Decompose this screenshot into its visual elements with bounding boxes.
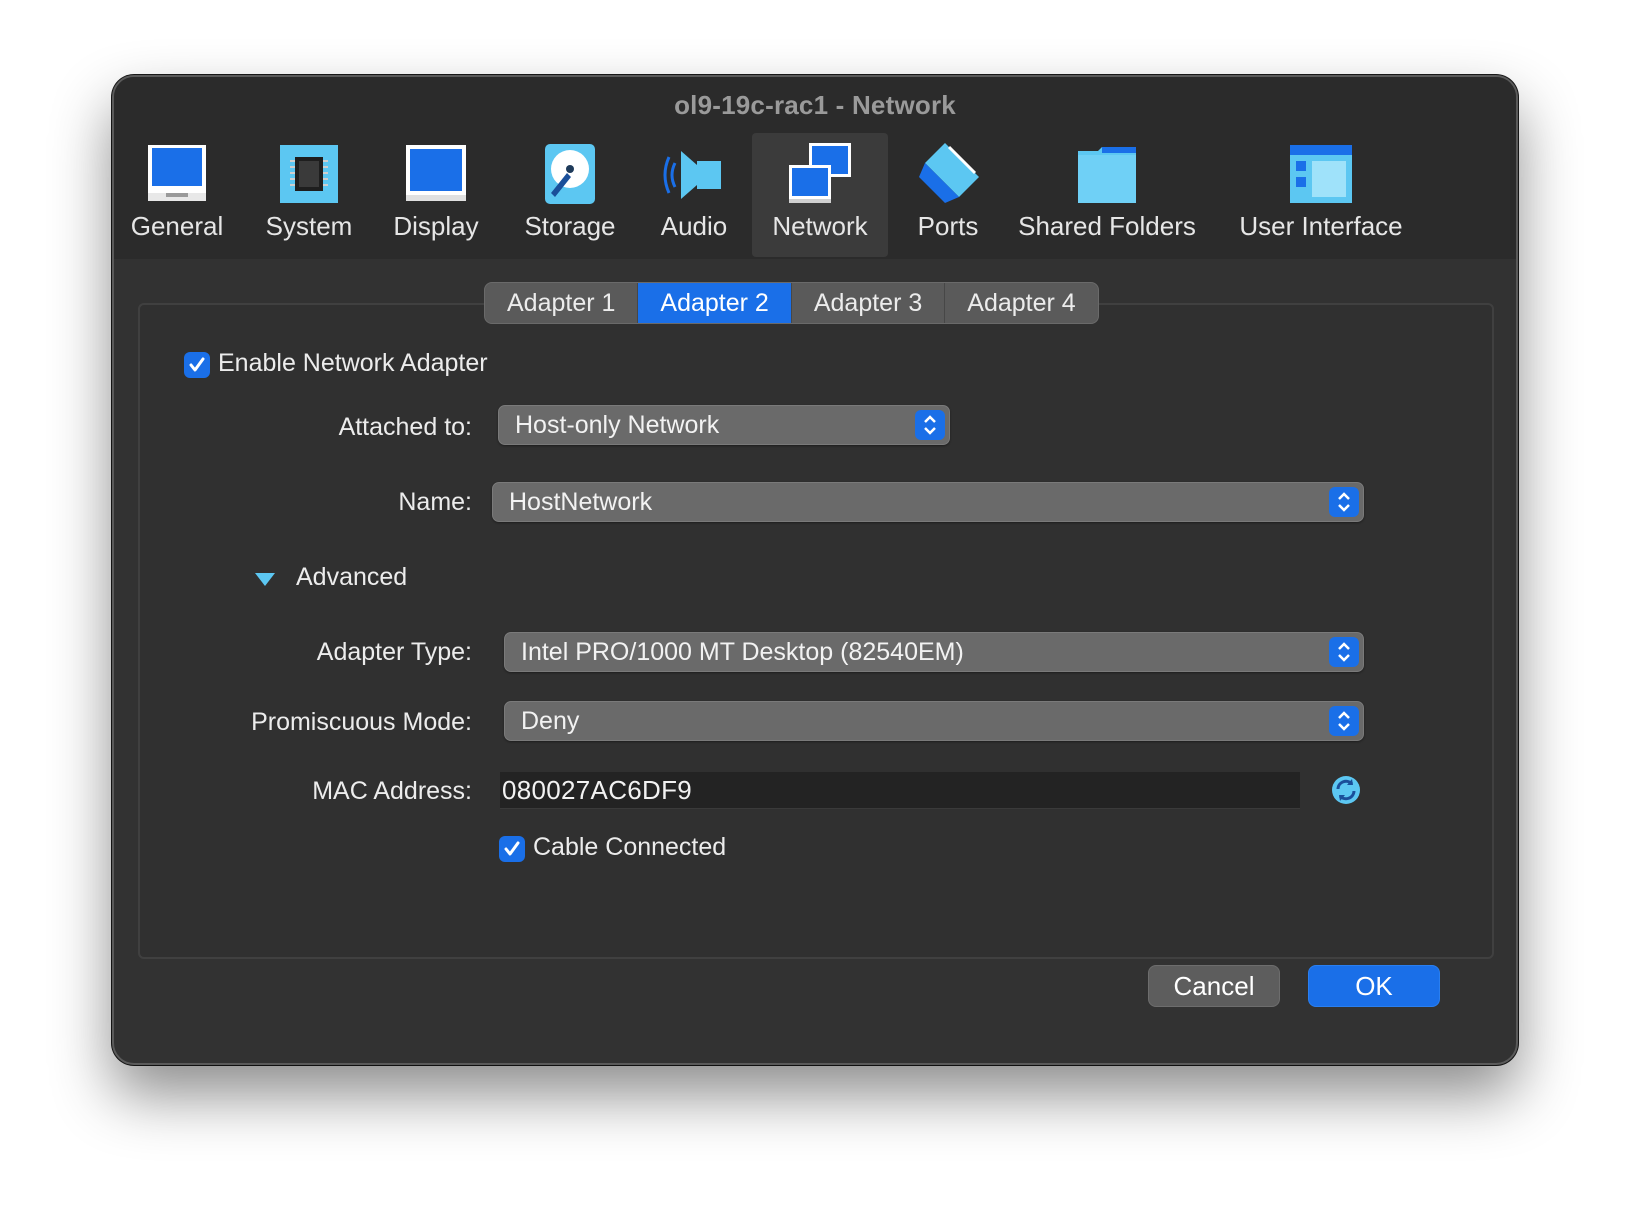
up-down-chevron-icon	[1338, 711, 1350, 731]
toolbar-item-ports[interactable]: Ports	[904, 133, 992, 257]
attached-to-stepper	[915, 410, 945, 440]
audio-icon	[663, 151, 721, 199]
adapter-type-label: Adapter Type:	[316, 638, 472, 666]
adapter-type-stepper	[1329, 637, 1359, 667]
checkmark-icon	[504, 841, 520, 856]
toolbar-label-audio: Audio	[660, 211, 728, 241]
toolbar-item-general[interactable]: General	[120, 133, 234, 257]
toolbar-item-audio[interactable]: Audio	[648, 133, 740, 257]
up-down-chevron-icon	[924, 415, 936, 435]
cable-connected-label: Cable Connected	[533, 833, 727, 861]
attached-to-select[interactable]: Host-only Network	[498, 405, 950, 445]
window-title: ol9-19c-rac1 - Network	[674, 89, 956, 120]
toolbar-item-user-interface[interactable]: User Interface	[1232, 133, 1410, 257]
mac-address-value: 080027AC6DF9	[502, 775, 693, 805]
checkmark-icon	[189, 357, 205, 372]
disclosure-triangle-icon[interactable]	[254, 571, 276, 587]
network-icon	[789, 143, 851, 203]
advanced-label[interactable]: Advanced	[296, 563, 407, 592]
cable-connected-checkbox[interactable]	[499, 836, 525, 862]
toolbar-item-shared-folders[interactable]: Shared Folders	[1014, 133, 1200, 257]
cancel-button[interactable]: Cancel	[1148, 965, 1280, 1007]
toolbar-item-storage[interactable]: Storage	[514, 133, 626, 257]
promiscuous-mode-label: Promiscuous Mode:	[251, 708, 472, 736]
display-icon	[406, 145, 466, 201]
refresh-mac-icon[interactable]	[1330, 774, 1362, 806]
name-label: Name:	[398, 488, 472, 516]
toolbar-item-system[interactable]: System	[254, 133, 364, 257]
adapter-tabs: Adapter 1 Adapter 2 Adapter 3 Adapter 4	[484, 282, 1099, 324]
attached-to-value: Host-only Network	[515, 411, 720, 439]
name-select[interactable]: HostNetwork	[492, 482, 1364, 522]
up-down-chevron-icon	[1338, 492, 1350, 512]
user-interface-icon	[1290, 145, 1352, 203]
toolbar-label-shared-folders: Shared Folders	[1018, 211, 1196, 241]
enable-adapter-checkbox[interactable]	[184, 352, 210, 378]
ports-icon	[919, 143, 979, 203]
general-icon	[148, 145, 206, 201]
mac-address-label: MAC Address:	[312, 777, 472, 805]
name-value: HostNetwork	[509, 488, 653, 516]
tab-adapter-3[interactable]: Adapter 3	[792, 283, 946, 323]
storage-icon	[545, 144, 595, 204]
toolbar-item-display[interactable]: Display	[384, 133, 488, 257]
promiscuous-mode-stepper	[1329, 706, 1359, 736]
settings-window: ol9-19c-rac1 - Network General System Di…	[112, 75, 1518, 1065]
toolbar-label-user-interface: User Interface	[1239, 211, 1403, 241]
tab-adapter-1[interactable]: Adapter 1	[485, 283, 639, 323]
name-stepper	[1329, 487, 1359, 517]
settings-toolbar: General System Display Storage Audio Net…	[114, 133, 1516, 259]
toolbar-label-system: System	[265, 211, 353, 241]
mac-address-field[interactable]: 080027AC6DF9	[500, 772, 1300, 809]
tab-adapter-4[interactable]: Adapter 4	[945, 283, 1097, 323]
attached-to-label: Attached to:	[338, 413, 472, 441]
adapter-type-select[interactable]: Intel PRO/1000 MT Desktop (82540EM)	[504, 632, 1364, 672]
shared-folders-icon	[1078, 147, 1136, 203]
adapter-type-value: Intel PRO/1000 MT Desktop (82540EM)	[521, 638, 964, 666]
tab-adapter-2[interactable]: Adapter 2	[638, 283, 792, 323]
toolbar-label-storage: Storage	[524, 211, 616, 241]
title-bar: ol9-19c-rac1 - Network	[114, 77, 1516, 133]
toolbar-label-ports: Ports	[917, 211, 979, 241]
toolbar-item-network[interactable]: Network	[752, 133, 888, 257]
toolbar-label-display: Display	[393, 211, 479, 241]
up-down-chevron-icon	[1338, 642, 1350, 662]
system-icon	[280, 145, 338, 203]
ok-button[interactable]: OK	[1308, 965, 1440, 1007]
adapter-panel	[138, 303, 1494, 959]
toolbar-label-general: General	[130, 211, 224, 241]
toolbar-label-network: Network	[772, 211, 868, 241]
enable-adapter-label: Enable Network Adapter	[218, 349, 488, 377]
promiscuous-mode-select[interactable]: Deny	[504, 701, 1364, 741]
promiscuous-mode-value: Deny	[521, 707, 580, 735]
